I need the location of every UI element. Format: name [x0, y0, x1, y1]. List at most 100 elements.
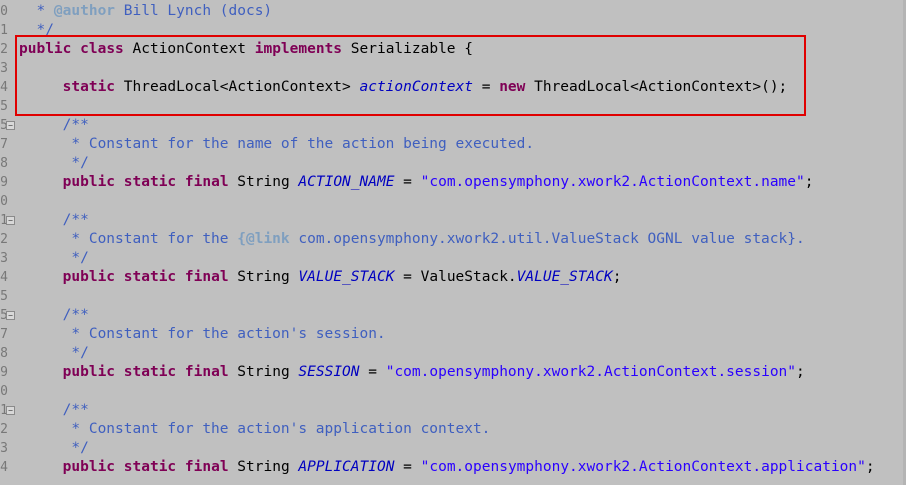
code-token: public [62, 364, 116, 380]
code-text: */ [19, 154, 88, 173]
code-token: "com.opensymphony.xwork2.ActionContext.s… [385, 364, 797, 380]
code-line[interactable]: 8 */ [0, 154, 906, 173]
code-token: = [394, 174, 421, 190]
code-token: String [228, 269, 299, 285]
line-number: 7 [0, 137, 8, 152]
code-token: public [62, 269, 116, 285]
code-line[interactable]: 4 public static final String APPLICATION… [0, 458, 906, 477]
highlight-box [15, 35, 806, 116]
code-line[interactable]: 5− /** [0, 116, 906, 135]
code-line[interactable]: 3 */ [0, 249, 906, 268]
line-number: 3 [0, 251, 8, 266]
code-line[interactable]: 9 public static final String ACTION_NAME… [0, 173, 906, 192]
line-number: 4 [0, 80, 8, 95]
code-text: * Constant for the {@link com.opensympho… [19, 230, 805, 249]
code-line[interactable]: 7 * Constant for the name of the action … [0, 135, 906, 154]
code-line[interactable]: 2 * Constant for the action's applicatio… [0, 420, 906, 439]
code-token: String [228, 459, 299, 475]
line-number: 2 [0, 422, 8, 437]
code-line[interactable]: 7 * Constant for the action's session. [0, 325, 906, 344]
fold-collapse-icon[interactable]: − [6, 311, 15, 320]
code-line[interactable]: 8 */ [0, 344, 906, 363]
code-token: */ [19, 440, 89, 456]
line-number: 2 [0, 42, 8, 57]
line-number: 2 [0, 232, 8, 247]
code-line[interactable]: 3 */ [0, 439, 906, 458]
line-number: 4 [0, 460, 8, 475]
code-token: final [184, 269, 229, 285]
code-token: = [394, 459, 421, 475]
code-text: */ [19, 439, 89, 458]
code-text: * Constant for the action's application … [19, 420, 490, 439]
code-line[interactable]: 1− /** [0, 401, 906, 420]
code-token: * Constant for the [19, 231, 238, 247]
code-token: "com.opensymphony.xwork2.ActionContext.n… [420, 174, 805, 190]
code-token: final [184, 459, 229, 475]
code-line[interactable]: 5 [0, 287, 906, 306]
code-token: String [228, 364, 299, 380]
line-number: 5 [0, 289, 8, 304]
code-token: /** [62, 117, 89, 133]
code-token: * Constant for the action's session. [19, 326, 386, 342]
code-text: /** [19, 401, 89, 420]
code-token: final [184, 174, 229, 190]
fold-collapse-icon[interactable]: − [6, 216, 15, 225]
code-token: static [123, 459, 177, 475]
line-number: 8 [0, 346, 8, 361]
code-line[interactable]: 1− /** [0, 211, 906, 230]
code-token: SESSION [298, 364, 360, 380]
code-line[interactable]: 0 [0, 192, 906, 211]
code-line[interactable]: 9 public static final String SESSION = "… [0, 363, 906, 382]
code-text: /** [19, 116, 89, 135]
code-token: @author [53, 3, 116, 19]
code-token: /** [62, 212, 89, 228]
code-token: */ [19, 250, 89, 266]
fold-collapse-icon[interactable]: − [6, 406, 15, 415]
code-token: public [62, 459, 116, 475]
code-token: */ [19, 345, 89, 361]
code-line[interactable]: 0 [0, 382, 906, 401]
code-text: * @author Bill Lynch (docs) [19, 2, 272, 21]
code-text: */ [19, 249, 89, 268]
code-line[interactable]: 0 * @author Bill Lynch (docs) [0, 2, 906, 21]
line-number: 4 [0, 270, 8, 285]
code-text: */ [19, 344, 89, 363]
code-text: /** [19, 306, 89, 325]
code-token: ACTION_NAME [298, 174, 395, 190]
code-text: public static final String SESSION = "co… [19, 363, 805, 382]
code-text: * Constant for the action's session. [19, 325, 386, 344]
code-token: = ValueStack. [394, 269, 517, 285]
code-token: ; [865, 459, 875, 475]
code-line[interactable]: 4 public static final String VALUE_STACK… [0, 268, 906, 287]
line-number: 7 [0, 327, 8, 342]
code-editor[interactable]: 0 * @author Bill Lynch (docs) 1 */ 2 public… [0, 0, 906, 485]
code-line[interactable]: 2 * Constant for the {@link com.opensymp… [0, 230, 906, 249]
code-token: /** [62, 307, 89, 323]
code-token: * Constant for the action's application … [19, 421, 491, 437]
code-token: = [359, 364, 386, 380]
code-line[interactable]: 5− /** [0, 306, 906, 325]
line-number: 3 [0, 61, 8, 76]
code-token: static [123, 269, 177, 285]
line-number: 5 [0, 99, 8, 114]
code-token: ; [612, 269, 622, 285]
code-token: VALUE_STACK [516, 269, 613, 285]
code-token: com.opensymphony.xwork2.util.ValueStack … [289, 231, 805, 247]
fold-collapse-icon[interactable]: − [6, 121, 15, 130]
code-token: Bill Lynch (docs) [115, 3, 273, 19]
code-token: APPLICATION [298, 459, 395, 475]
code-token: VALUE_STACK [298, 269, 395, 285]
line-number: 0 [0, 384, 8, 399]
